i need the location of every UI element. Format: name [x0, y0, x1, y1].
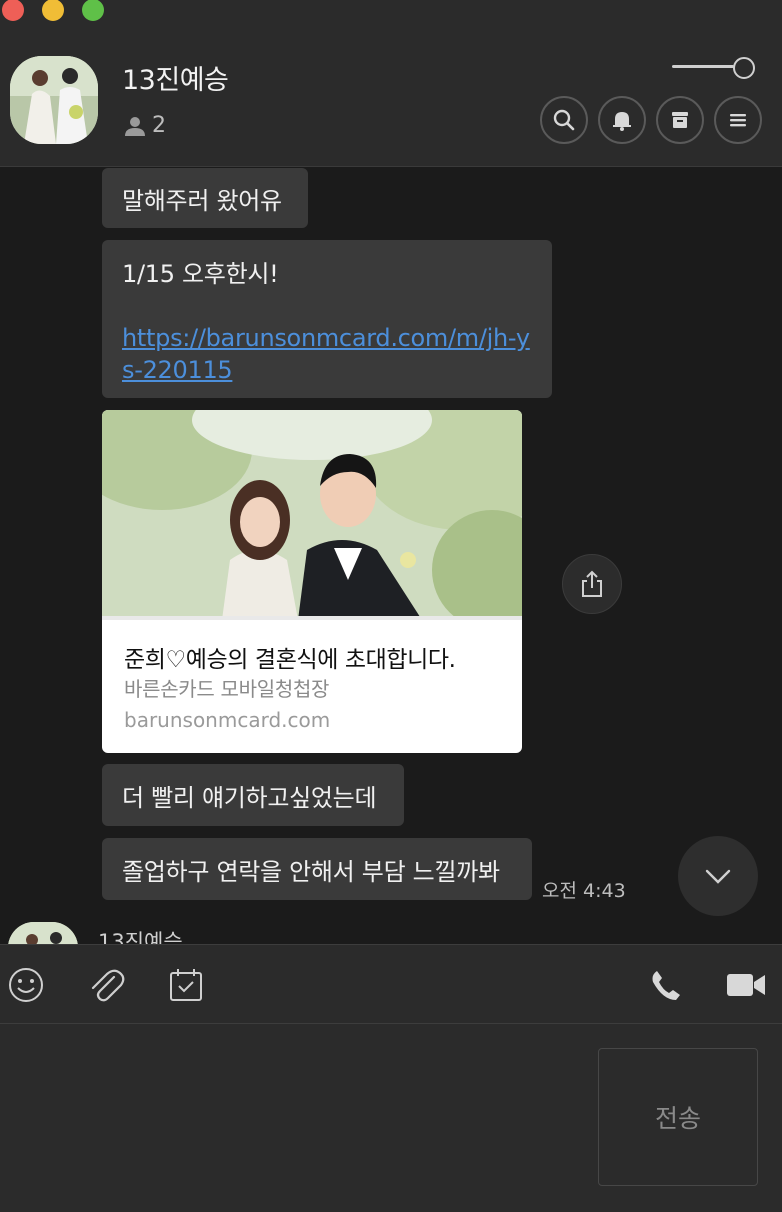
message-text: 1/15 오후한시! — [122, 260, 279, 288]
message-text: 더 빨리 얘기하고싶었는데 — [122, 783, 377, 812]
calendar-check-icon — [170, 969, 202, 1001]
send-button[interactable]: 전송 — [598, 1048, 758, 1186]
member-count-label: 2 — [152, 113, 166, 138]
phone-icon — [652, 971, 680, 1000]
opacity-slider[interactable] — [672, 57, 758, 79]
message-text: 말해주러 왔어유 — [122, 186, 282, 215]
drawer-icon — [672, 112, 688, 128]
chat-title: 13진예승 — [122, 65, 229, 96]
message-link[interactable]: https://barunsonmcard.com/m/jh-ys-220115 — [122, 322, 532, 386]
search-icon — [553, 109, 575, 131]
archive-button[interactable] — [656, 96, 704, 144]
chat-avatar[interactable] — [10, 56, 98, 144]
link-preview-card[interactable]: 준희♡예승의 결혼식에 초대합니다. 바른손카드 모바일청첩장 barunson… — [102, 410, 522, 753]
card-domain: barunsonmcard.com — [124, 708, 331, 732]
member-count[interactable]: 2 — [124, 113, 166, 138]
message-text: 졸업하구 연락을 안해서 부담 느낄까봐 — [122, 857, 500, 886]
minimize-window-button[interactable] — [42, 0, 64, 21]
card-subtitle: 바른손카드 모바일청첩장 — [124, 677, 330, 701]
notification-button[interactable] — [598, 96, 646, 144]
message-bubble[interactable]: 졸업하구 연락을 안해서 부담 느낄까봐 — [102, 838, 532, 900]
chat-header: 13진예승 2 — [0, 0, 782, 167]
emoticon-button[interactable] — [6, 965, 46, 1005]
message-bubble[interactable]: 말해주러 왔어유 — [102, 168, 308, 228]
close-window-button[interactable] — [2, 0, 24, 21]
message-list[interactable]: 말해주러 왔어유 1/15 오후한시! https://barunsonmcar… — [0, 168, 782, 944]
message-composer: 전송 — [0, 1024, 782, 1212]
slider-track — [672, 65, 734, 68]
message-timestamp: 오전 4:43 — [542, 880, 626, 902]
video-camera-icon — [727, 974, 765, 996]
calendar-button[interactable] — [166, 965, 206, 1005]
scroll-to-bottom-button[interactable] — [678, 836, 758, 916]
zoom-window-button[interactable] — [82, 0, 104, 21]
wedding-photo — [102, 410, 522, 620]
message-bubble[interactable]: 더 빨리 얘기하고싶었는데 — [102, 764, 404, 826]
card-title: 준희♡예승의 결혼식에 초대합니다. — [124, 647, 456, 673]
voice-call-button[interactable] — [646, 965, 686, 1005]
sender-avatar[interactable] — [8, 922, 78, 944]
search-button[interactable] — [540, 96, 588, 144]
sender-name: 13진예승 — [98, 930, 183, 944]
chevron-down-icon — [705, 869, 731, 884]
bell-icon — [613, 112, 631, 131]
composer-toolbar — [0, 944, 782, 1024]
attach-file-button[interactable] — [86, 965, 126, 1005]
message-input[interactable] — [14, 1040, 584, 1190]
video-call-button[interactable] — [724, 965, 768, 1005]
smiley-icon — [9, 968, 43, 1002]
person-icon — [125, 116, 145, 136]
hamburger-icon — [730, 114, 746, 127]
menu-button[interactable] — [714, 96, 762, 144]
share-icon — [582, 570, 602, 597]
share-button[interactable] — [562, 554, 622, 614]
message-bubble[interactable]: 1/15 오후한시! https://barunsonmcard.com/m/j… — [102, 240, 552, 398]
slider-knob[interactable] — [733, 57, 755, 79]
paperclip-icon — [91, 969, 125, 1002]
